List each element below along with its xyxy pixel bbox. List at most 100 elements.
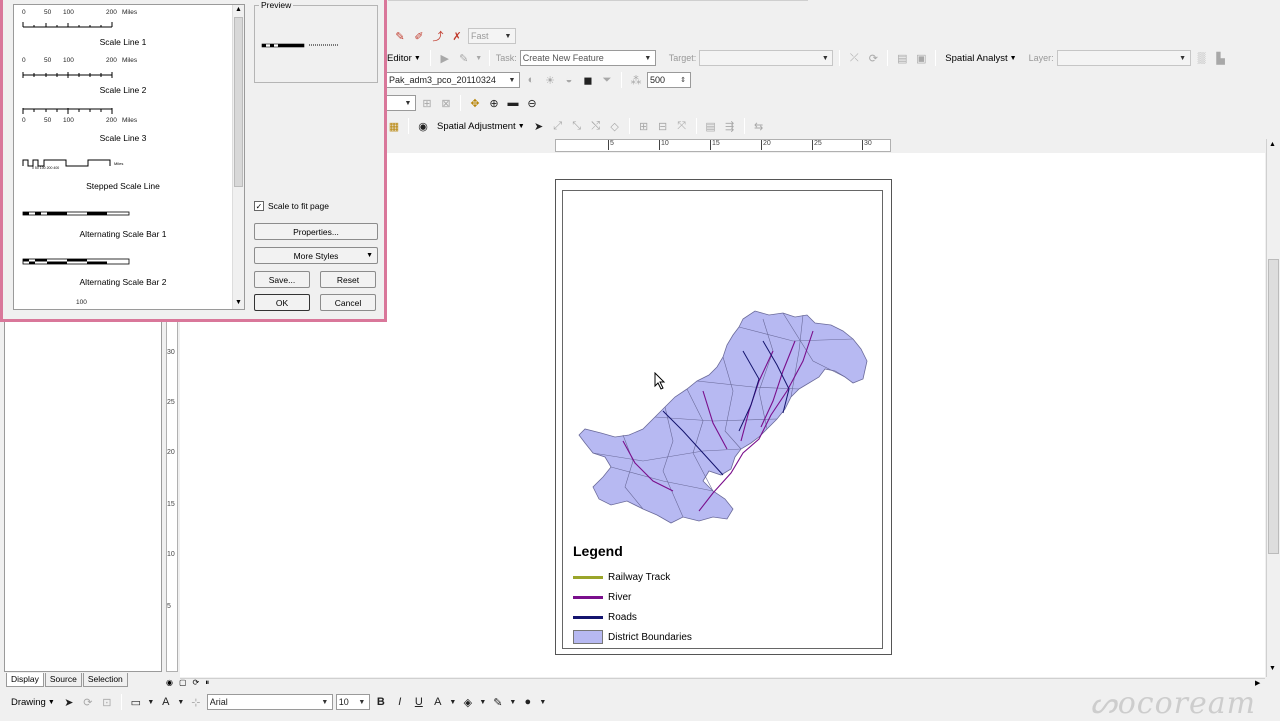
brightness-icon[interactable]: ☀ [542,72,558,88]
check-icon[interactable]: ✓ [254,201,264,211]
measure-icon[interactable]: ◇ [607,118,623,134]
chevron-down-icon[interactable]: ▼ [177,694,185,710]
flicker-icon[interactable]: ⏷ [599,72,615,88]
scroll-down-icon[interactable]: ▼ [1269,665,1276,672]
attribute-transfer-icon[interactable]: ⇶ [722,118,738,134]
data-frame[interactable]: Legend Railway Track River Roads Distric… [562,190,883,649]
refresh-view-icon[interactable]: ⟳ [193,678,200,688]
drawing-menu-button[interactable]: Drawing ▼ [8,693,58,711]
tab-display[interactable]: Display [6,673,44,687]
font-size-dropdown[interactable]: 10 ▼ [335,694,370,710]
sketch-tool-icon[interactable]: ✎ [456,50,472,66]
scale-bar-style-list[interactable]: 0 50 100 200 Miles Scale Line 1 0 50 100… [13,4,245,310]
new-identity-link-icon[interactable]: ⊞ [636,118,652,134]
histogram-icon[interactable]: ▙ [1213,50,1229,66]
target-dropdown[interactable]: ▼ [699,50,834,66]
reshape-icon[interactable]: ✐ [411,28,427,44]
rectangle-icon[interactable]: ▭ [128,694,144,710]
list-item[interactable]: Alternating Scale Bar 1 [14,197,232,245]
editor-menu-button[interactable]: Editor ▼ [384,49,424,67]
data-view-icon[interactable]: ◉ [166,678,173,688]
legend[interactable]: Legend Railway Track River Roads Distric… [573,543,692,647]
new-displacement-link-icon[interactable]: ⤢ [550,118,566,134]
contrast-icon[interactable]: ◐ [523,72,539,88]
rectify-icon[interactable]: ⊠ [438,95,454,111]
fill-color-icon[interactable]: ◈ [460,694,476,710]
sketch-properties-icon[interactable]: ▣ [913,50,929,66]
zoom-to-selected-icon[interactable]: ⊡ [99,694,115,710]
text-icon[interactable]: A [158,694,174,710]
list-item[interactable]: Miles 0 50 100 200 400 Stepped Scale Lin… [14,149,232,197]
table-of-contents-panel[interactable] [4,318,162,672]
chevron-down-icon[interactable]: ▼ [479,694,487,710]
transparency-icon[interactable]: ◒ [561,72,577,88]
more-styles-button[interactable]: More Styles ▼ [254,247,378,264]
scroll-up-icon[interactable]: ▲ [1269,141,1276,148]
bold-icon[interactable]: B [373,694,389,710]
flicker-rate-icon[interactable]: ⁂ [628,72,644,88]
task-dropdown[interactable]: Create New Feature ▼ [519,50,656,66]
save-button[interactable]: Save... [254,271,310,288]
chevron-down-icon[interactable]: ▼ [475,50,483,66]
spatial-adjustment-menu-button[interactable]: Spatial Adjustment ▼ [434,117,528,135]
edit-tool-icon[interactable]: ▶ [437,50,453,66]
flicker-rate-stepper[interactable]: 500 ⇕ [647,72,691,88]
swipe-icon[interactable]: ◼ [580,72,596,88]
effects-layer-dropdown[interactable]: Pak_adm3_pco_20110324 ▼ [386,72,520,88]
pause-drawing-icon[interactable]: ⏸ [205,678,209,688]
limited-adjustment-icon[interactable]: ⊟ [655,118,671,134]
multi-link-icon[interactable]: ⤭ [588,118,604,134]
style-list-scrollbar[interactable]: ▲ ▼ [232,5,244,309]
contour-icon[interactable]: ▒ [1194,50,1210,66]
vertical-scrollbar[interactable]: ▲ ▼ [1266,139,1279,677]
scroll-down-icon[interactable]: ▼ [235,299,242,306]
chevron-down-icon[interactable]: ▼ [449,694,457,710]
georef-dropdown[interactable]: ▼ [386,95,416,111]
reset-button[interactable]: Reset [320,271,376,288]
chevron-down-icon[interactable]: ▼ [147,694,155,710]
layout-page[interactable]: Legend Railway Track River Roads Distric… [555,179,892,655]
scrollbar-thumb[interactable] [1268,259,1279,554]
list-item[interactable]: 100 [14,293,232,309]
properties-button[interactable]: Properties... [254,223,378,240]
layout-view-icon[interactable]: ▢ [179,678,187,688]
mode-dropdown[interactable]: Fast ▼ [468,28,516,44]
marker-color-icon[interactable]: ● [520,694,536,710]
map-icon[interactable]: ▦ [386,118,402,134]
edit-vertices-icon[interactable]: ⊹ [188,694,204,710]
split-icon[interactable]: ⤴ [430,28,446,44]
scale-to-fit-checkbox[interactable]: ✓ Scale to fit page [254,201,329,211]
link-table-icon[interactable]: ▤ [703,118,719,134]
layer-dropdown[interactable]: ▼ [1056,50,1191,66]
scrollbar-thumb[interactable] [234,17,243,187]
scroll-up-icon[interactable]: ▲ [235,6,242,13]
fit-to-display-icon[interactable]: ⊞ [419,95,435,111]
pan-icon[interactable]: ✥ [467,95,483,111]
tab-selection[interactable]: Selection [82,673,128,687]
line-color-icon[interactable]: ✎ [490,694,506,710]
rotate-tool-icon[interactable]: ⟳ [865,50,881,66]
list-item[interactable]: Alternating Scale Bar 2 [14,245,232,293]
list-item[interactable]: 0 50 100 200 Miles Scale Line 3 [14,101,232,149]
chevron-down-icon[interactable]: ▼ [509,694,517,710]
modify-link-icon[interactable]: ⤡ [569,118,585,134]
tab-source[interactable]: Source [44,673,82,687]
select-elements-icon[interactable]: ➤ [531,118,547,134]
spatial-analyst-menu-button[interactable]: Spatial Analyst ▼ [942,49,1019,67]
select-elements-icon[interactable]: ➤ [61,694,77,710]
delete-edit-icon[interactable]: ✗ [449,28,465,44]
edit-vertices-icon[interactable]: ✎ [392,28,408,44]
zoom-out-icon[interactable]: ⊖ [524,95,540,111]
rotate-icon[interactable]: ⟳ [80,694,96,710]
attributes-icon[interactable]: ▤ [894,50,910,66]
zoom-in-icon[interactable]: ⊕ [486,95,502,111]
ok-button[interactable]: OK [254,294,310,311]
font-color-icon[interactable]: A [430,694,446,710]
underline-icon[interactable]: U [411,694,427,710]
list-item[interactable]: 0 50 100 200 Miles Scale Line 2 [14,53,232,101]
font-dropdown[interactable]: Arial ▼ [206,694,333,710]
edge-match-icon[interactable]: ⇆ [751,118,767,134]
cancel-button[interactable]: Cancel [320,294,376,311]
split-tool-icon[interactable]: ⤫ [846,50,862,66]
full-extent-icon[interactable]: ▬ [505,95,521,111]
